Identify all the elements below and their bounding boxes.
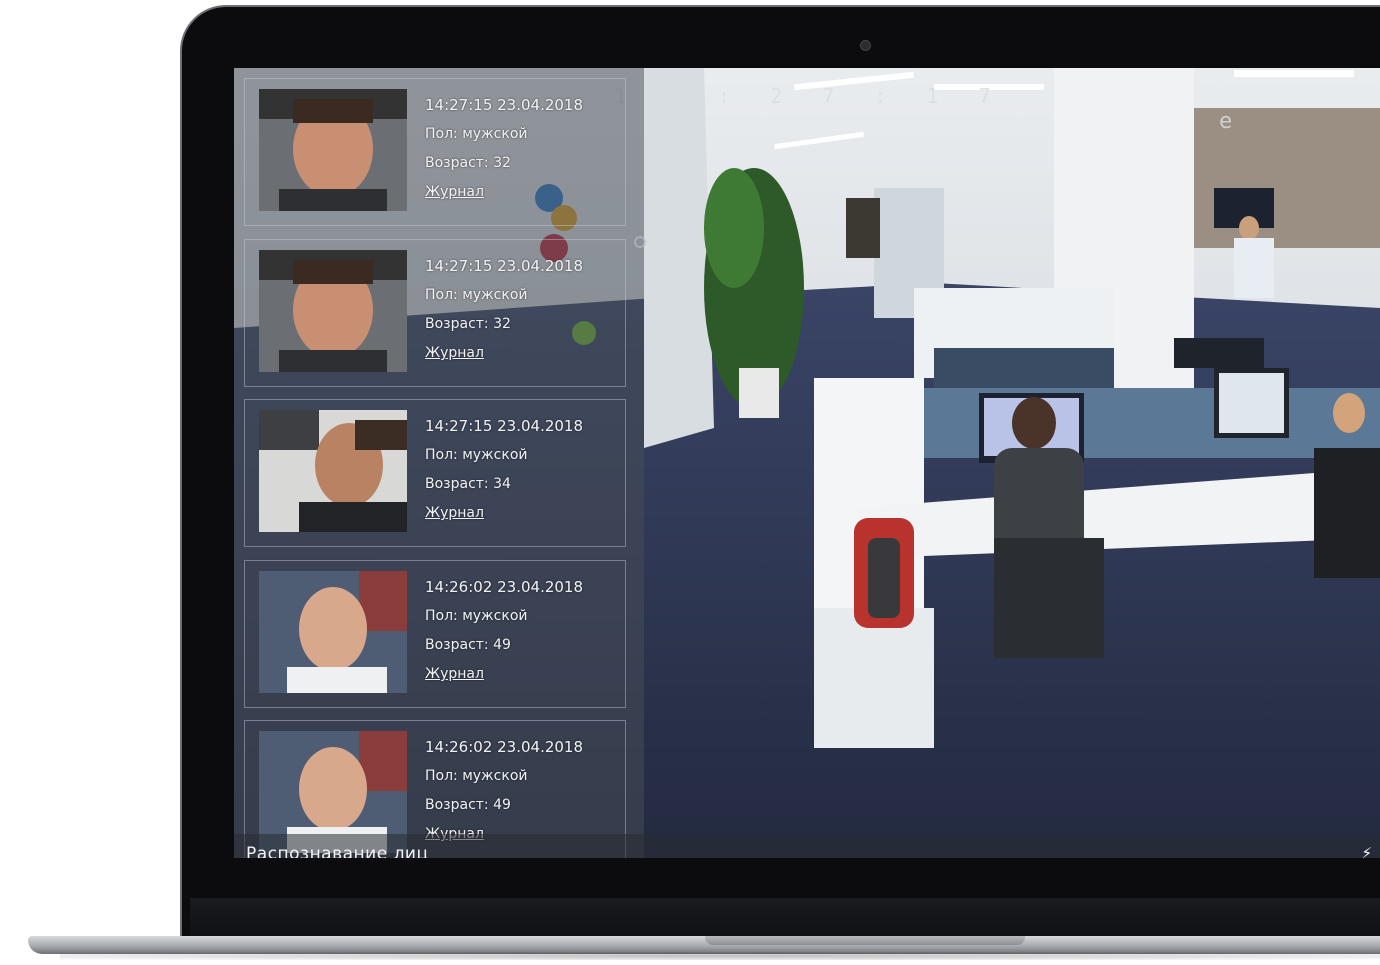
age-label: Возраст: 32: [425, 316, 511, 332]
face-thumbnail[interactable]: [259, 410, 407, 532]
journal-link[interactable]: Журнал: [425, 660, 583, 689]
detection-time: 14:27:15 23.04.2018: [425, 417, 584, 435]
gender-label: Пол: мужской: [425, 287, 528, 303]
detection-card[interactable]: 14:26:02 23.04.2018 Пол: мужской Возраст…: [244, 560, 626, 708]
scroll-handle[interactable]: [634, 236, 646, 248]
detection-card[interactable]: 14:27:15 23.04.2018 Пол: мужской Возраст…: [244, 239, 626, 387]
laptop-mockup: 1 2 : 2 7 : 1 7 C т e 14:27:15 23.04.201…: [0, 0, 1380, 965]
camera-icon: [860, 40, 871, 51]
timestamp-overlay: 1 2 : 2 7 : 1 7: [614, 84, 1005, 108]
face-thumbnail[interactable]: [259, 571, 407, 693]
laptop-notch: [705, 936, 1025, 945]
gender-label: Пол: мужской: [425, 126, 528, 142]
detection-time: 14:27:15 23.04.2018: [425, 96, 584, 114]
journal-link[interactable]: Журнал: [425, 339, 583, 368]
age-label: Возраст: 49: [425, 797, 511, 813]
video-screen[interactable]: 1 2 : 2 7 : 1 7 C т e 14:27:15 23.04.201…: [234, 68, 1380, 858]
detection-time: 14:26:02 23.04.2018: [425, 738, 584, 756]
detection-card[interactable]: 14:27:15 23.04.2018 Пол: мужской Возраст…: [244, 78, 626, 226]
lightning-icon[interactable]: ⚡: [1361, 844, 1372, 858]
gender-label: Пол: мужской: [425, 768, 528, 784]
face-thumbnail[interactable]: [259, 89, 407, 211]
journal-link[interactable]: Журнал: [425, 178, 583, 207]
laptop-shadow: [60, 952, 1380, 960]
panel-title: Распознавание лиц: [246, 844, 429, 858]
age-label: Возраст: 49: [425, 637, 511, 653]
age-label: Возраст: 34: [425, 476, 511, 492]
detection-card[interactable]: 14:27:15 23.04.2018 Пол: мужской Возраст…: [244, 399, 626, 547]
gender-label: Пол: мужской: [425, 447, 528, 463]
age-label: Возраст: 32: [425, 155, 511, 171]
detection-time: 14:26:02 23.04.2018: [425, 578, 584, 596]
face-thumbnail[interactable]: [259, 250, 407, 372]
detection-time: 14:27:15 23.04.2018: [425, 257, 584, 275]
camera-label-overlay: C т e: [1219, 84, 1355, 134]
gender-label: Пол: мужской: [425, 608, 528, 624]
journal-link[interactable]: Журнал: [425, 499, 583, 528]
screen-bezel: [190, 898, 1380, 936]
face-recognition-panel: 14:27:15 23.04.2018 Пол: мужской Возраст…: [234, 68, 646, 858]
